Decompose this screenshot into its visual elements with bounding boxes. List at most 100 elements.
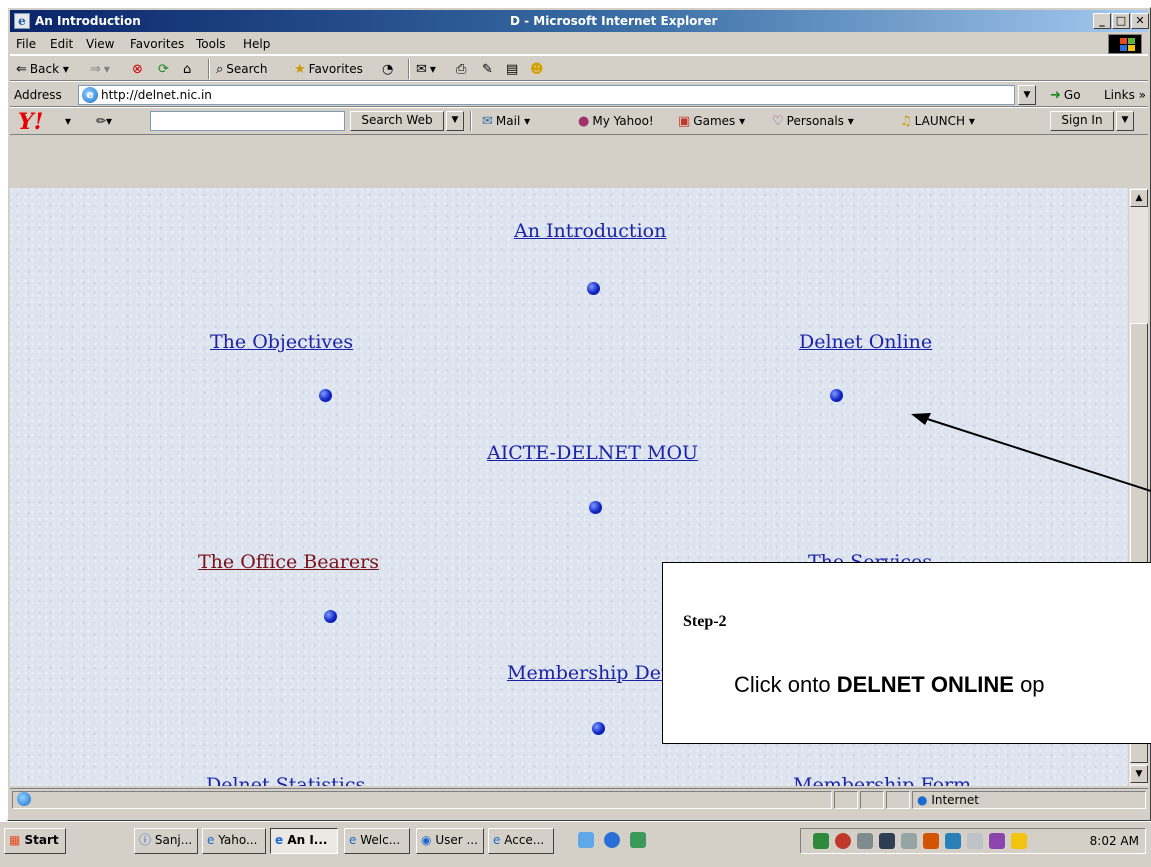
close-button[interactable]: ✕ (1131, 13, 1149, 29)
discuss-button[interactable]: ▤ (506, 60, 521, 78)
yahoo-personals-label: Personals (786, 114, 844, 128)
menu-view[interactable]: View (86, 37, 114, 51)
link-the-office-bearers[interactable]: The Office Bearers (198, 551, 379, 573)
menu-edit[interactable]: Edit (50, 37, 73, 51)
link-an-introduction[interactable]: An Introduction (514, 220, 666, 242)
forward-button[interactable]: ⇒ ▾ (90, 60, 110, 78)
address-label: Address (14, 88, 62, 102)
yahoo-menu-dropdown[interactable]: ▾ (65, 112, 71, 130)
menu-favorites[interactable]: Favorites (130, 37, 184, 51)
tray-app-icon[interactable] (923, 833, 939, 849)
bullet-icon (587, 282, 600, 295)
bullet-icon (592, 722, 605, 735)
pencil-icon[interactable]: ✏▾ (96, 112, 112, 130)
yahoo-games-label: Games (693, 114, 736, 128)
tray-app-icon[interactable] (945, 833, 961, 849)
address-dropdown-button[interactable]: ▼ (1018, 85, 1036, 105)
history-icon: ◔ (382, 62, 394, 77)
home-icon: ⌂ (183, 62, 192, 77)
link-delnet-statistics[interactable]: Delnet Statistics (206, 774, 365, 786)
edit-button[interactable]: ✎ (482, 60, 496, 78)
taskbar-item-5[interactable]: ◉ User ... (416, 828, 484, 854)
history-button[interactable]: ◔ (382, 60, 396, 78)
links-button[interactable]: Links » (1104, 86, 1146, 104)
menu-bar: File Edit View Favorites Tools Help (10, 33, 1148, 55)
stop-button[interactable]: ⊗ (132, 60, 146, 78)
tray-app-icon[interactable] (813, 833, 829, 849)
system-tray: 8:02 AM (800, 828, 1146, 854)
menu-help[interactable]: Help (243, 37, 270, 51)
address-input[interactable]: e http://delnet.nic.in (78, 85, 1015, 105)
link-delnet-online[interactable]: Delnet Online (799, 331, 932, 353)
ie-task-icon: e (349, 833, 357, 847)
forward-arrow-icon: ⇒ (90, 62, 101, 77)
scroll-up-button[interactable]: ▲ (1130, 189, 1148, 207)
favorites-button[interactable]: ★ Favorites (294, 60, 363, 78)
taskbar-item-4[interactable]: e Welc... (344, 828, 410, 854)
home-button[interactable]: ⌂ (183, 60, 194, 78)
tray-app-icon[interactable] (879, 833, 895, 849)
minimize-button[interactable]: _ (1093, 13, 1111, 29)
yahoo-games-button[interactable]: ▣ Games ▾ (678, 112, 745, 130)
menu-file[interactable]: File (16, 37, 36, 51)
back-button[interactable]: ⇐ Back ▾ (16, 60, 69, 78)
favorites-label: Favorites (308, 62, 363, 76)
go-button[interactable]: ➜ Go (1050, 86, 1081, 104)
title-bar[interactable]: e An Introduction D - Microsoft Internet… (10, 10, 1149, 32)
instruction-emphasis: DELNET ONLINE (836, 672, 1014, 697)
refresh-button[interactable]: ⟳ (158, 60, 172, 78)
link-the-objectives[interactable]: The Objectives (210, 331, 353, 353)
task-label: Acce... (504, 833, 545, 847)
back-arrow-icon: ⇐ (16, 62, 27, 77)
sign-in-dropdown[interactable]: ▼ (1116, 111, 1134, 131)
start-button[interactable]: ▦ Start (4, 828, 66, 854)
windows-logo-icon (1108, 34, 1142, 54)
ie-task-icon: e (493, 833, 501, 847)
maximize-button[interactable]: □ (1112, 13, 1130, 29)
go-arrow-icon: ➜ (1050, 88, 1061, 103)
instruction-prefix: Click onto (734, 672, 837, 697)
clock[interactable]: 8:02 AM (1090, 834, 1139, 848)
quicklaunch-desktop-icon[interactable] (578, 832, 594, 848)
search-web-dropdown[interactable]: ▼ (446, 111, 464, 131)
my-yahoo-button[interactable]: ● My Yahoo! (578, 112, 654, 130)
bullet-icon (589, 501, 602, 514)
tray-app-icon[interactable] (1011, 833, 1027, 849)
quicklaunch-outlook-icon[interactable] (630, 832, 646, 848)
link-membership-form[interactable]: Membership Form (793, 774, 971, 786)
yahoo-launch-button[interactable]: ♫ LAUNCH ▾ (900, 112, 975, 130)
menu-tools[interactable]: Tools (196, 37, 226, 51)
discuss-icon: ▤ (506, 62, 519, 77)
my-yahoo-icon: ● (578, 114, 590, 129)
messenger-button[interactable]: ☻ (530, 60, 547, 78)
print-button[interactable]: ⎙ (456, 60, 469, 78)
quicklaunch-ie-icon[interactable] (604, 832, 620, 848)
search-button[interactable]: ⌕ Search (216, 60, 268, 78)
scroll-down-button[interactable]: ▼ (1130, 765, 1148, 783)
tray-app-icon[interactable] (901, 833, 917, 849)
mail-menu-button[interactable]: ✉ ▾ (416, 60, 436, 78)
go-label: Go (1063, 88, 1081, 102)
tray-app-icon[interactable] (857, 833, 873, 849)
yahoo-logo[interactable]: Y! (18, 109, 43, 135)
ie-task-icon: e (207, 833, 215, 847)
games-icon: ▣ (678, 114, 691, 129)
toolbar-separator (408, 59, 410, 79)
yahoo-sign-in-button[interactable]: Sign In (1050, 111, 1114, 131)
ie-page-icon: e (14, 13, 30, 29)
taskbar-item-2[interactable]: e Yaho... (202, 828, 266, 854)
tray-app-icon[interactable] (967, 833, 983, 849)
yahoo-personals-button[interactable]: ♡ Personals ▾ (772, 112, 854, 130)
taskbar-item-6[interactable]: e Acce... (488, 828, 554, 854)
link-aicte-delnet-mou[interactable]: AICTE-DELNET MOU (487, 442, 698, 464)
tray-app-icon[interactable] (835, 833, 851, 849)
search-web-button[interactable]: Search Web (350, 111, 444, 131)
taskbar-item-1[interactable]: ⓘ Sanj... (134, 828, 198, 854)
yahoo-mail-button[interactable]: ✉ Mail ▾ (482, 112, 530, 130)
yahoo-mail-label: Mail (495, 114, 521, 128)
taskbar-item-3[interactable]: e An I... (270, 828, 338, 854)
standard-toolbar: ⇐ Back ▾ ⇒ ▾ ⊗ ⟳ ⌂ ⌕ Search ★ Favorites ◔ ✉ ▾… (10, 55, 1148, 81)
yahoo-search-input[interactable] (150, 111, 345, 131)
security-zone-cell: ● Internet (912, 791, 1146, 809)
tray-app-icon[interactable] (989, 833, 1005, 849)
